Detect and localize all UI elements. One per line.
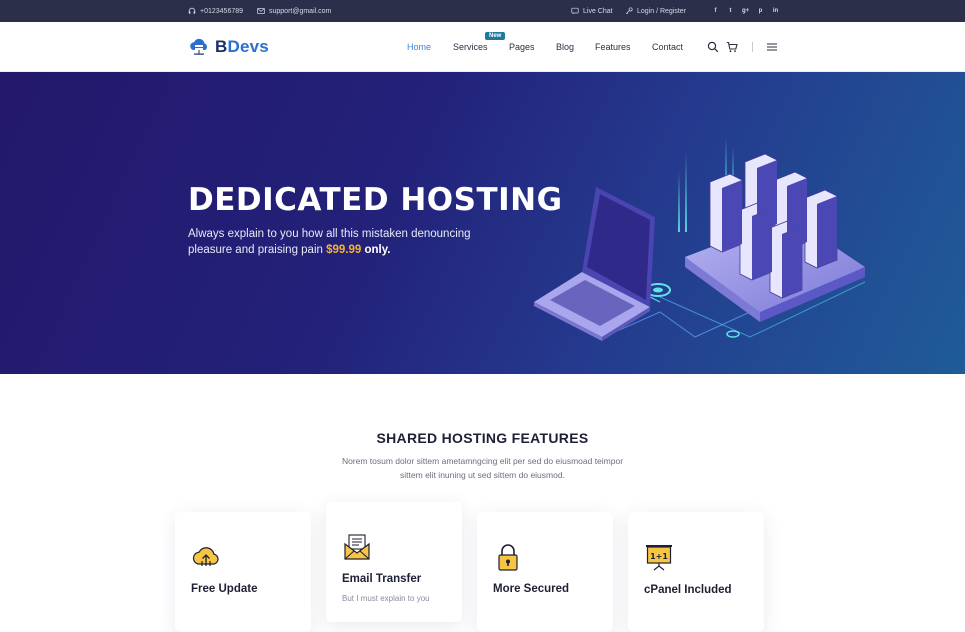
server-illustration	[534, 137, 866, 341]
hero-banner: DEDICATED HOSTING Always explain to you …	[0, 72, 965, 374]
lock-icon	[498, 544, 518, 571]
main-header: BDevs Home Services New Pages Blog Featu…	[0, 22, 965, 72]
nav-services[interactable]: Services	[453, 42, 488, 52]
twitter-icon[interactable]: t	[727, 8, 734, 14]
nav-features[interactable]: Features	[595, 42, 631, 52]
nav-home[interactable]: Home	[407, 42, 431, 52]
feature-title: cPanel Included	[644, 584, 732, 596]
search-icon[interactable]	[707, 41, 719, 53]
feature-title: Free Update	[191, 583, 258, 595]
cart-icon[interactable]	[726, 41, 738, 53]
chat-icon	[571, 7, 579, 15]
site-logo[interactable]: BDevs	[188, 36, 269, 58]
nav-pages[interactable]: Pages	[509, 42, 535, 52]
social-links: f t g+ p in	[712, 0, 779, 22]
hero-price: $99.99	[326, 244, 362, 256]
features-subtitle: Norem tosum dolor sittem ametamngcing el…	[341, 456, 624, 480]
email-contact[interactable]: support@gmail.com	[257, 0, 331, 22]
cloud-server-icon	[190, 38, 207, 55]
svg-text:1+1: 1+1	[650, 552, 668, 561]
instagram-icon[interactable]: in	[772, 8, 779, 14]
phone-contact[interactable]: +0123456789	[188, 0, 243, 22]
feature-card-cpanel-included[interactable]: 1+1 cPanel Included	[628, 512, 764, 632]
pinterest-icon[interactable]: p	[757, 8, 764, 14]
live-chat-link[interactable]: Live Chat	[571, 0, 613, 22]
feature-text: But I must explain to you	[342, 594, 430, 603]
nav-blog[interactable]: Blog	[556, 42, 574, 52]
logo-text: BDevs	[215, 37, 269, 57]
google-plus-icon[interactable]: g+	[742, 8, 749, 14]
nav-contact[interactable]: Contact	[652, 42, 683, 52]
features-title: SHARED HOSTING FEATURES	[376, 430, 589, 446]
logo-b: B	[215, 37, 228, 56]
feature-title: More Secured	[493, 583, 570, 595]
menu-icon[interactable]	[766, 41, 778, 53]
hero-description: Always explain to you how all this mista…	[188, 226, 508, 258]
cloud-upload-icon	[192, 547, 219, 566]
facebook-icon[interactable]: f	[712, 8, 719, 14]
hero-title: DEDICATED HOSTING	[188, 182, 563, 218]
key-icon	[625, 7, 633, 15]
email-icon	[344, 534, 370, 560]
feature-card-email-transfer[interactable]: Email Transfer But I must explain to you	[326, 502, 462, 622]
envelope-icon	[257, 8, 265, 14]
new-badge: New	[485, 32, 506, 40]
login-register-label: Login / Register	[637, 7, 687, 15]
header-divider	[752, 42, 753, 52]
feature-title: Email Transfer	[342, 573, 422, 585]
feature-card-free-update[interactable]: Free Update	[175, 512, 311, 632]
live-chat-label: Live Chat	[583, 7, 613, 15]
hero-text-after: only.	[361, 244, 391, 256]
top-bar: +0123456789 support@gmail.com Live Chat …	[0, 0, 965, 22]
logo-devs: Devs	[227, 37, 269, 56]
headset-icon	[188, 7, 196, 14]
phone-number: +0123456789	[200, 7, 244, 15]
feature-card-more-secured[interactable]: More Secured	[477, 512, 613, 632]
cpanel-board-icon: 1+1	[646, 545, 672, 571]
login-register-link[interactable]: Login / Register	[625, 0, 686, 22]
email-address: support@gmail.com	[269, 7, 332, 15]
